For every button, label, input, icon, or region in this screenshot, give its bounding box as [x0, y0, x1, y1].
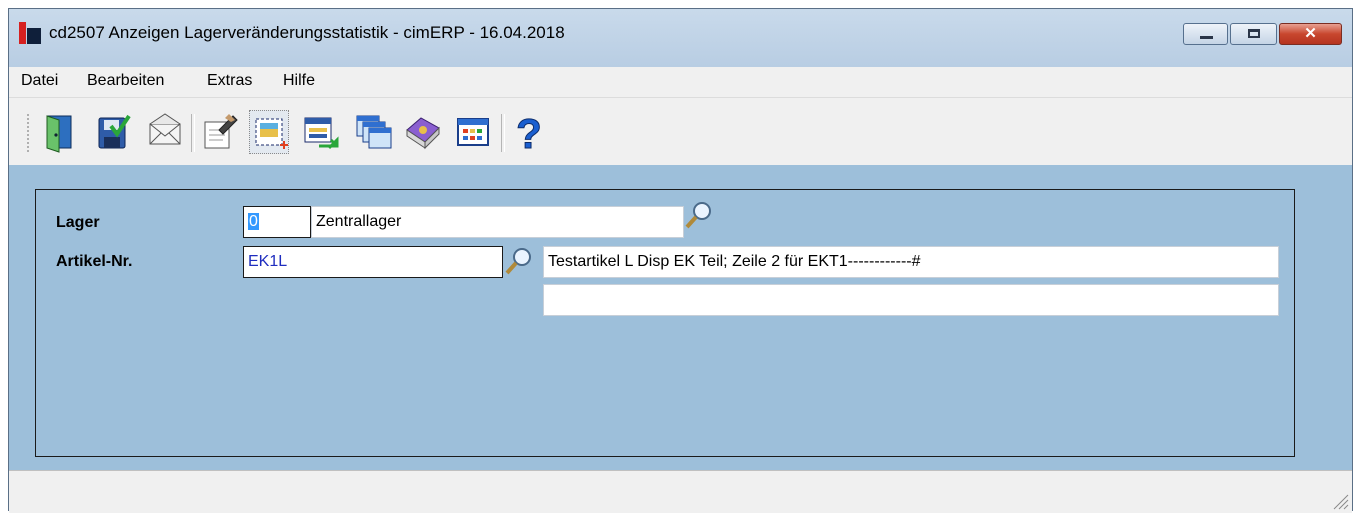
menu-bearbeiten[interactable]: Bearbeiten [87, 72, 164, 90]
lager-lookup-search-icon[interactable] [684, 200, 714, 230]
help-button[interactable]: ? [509, 110, 549, 154]
menu-datei[interactable]: Datei [21, 72, 58, 90]
toolbar-grip[interactable] [27, 114, 32, 152]
window-title: cd2507 Anzeigen Lagerveränderungsstatist… [49, 23, 565, 42]
toolbar-separator [191, 114, 195, 152]
svg-text:?: ? [516, 110, 542, 154]
toolbar-separator [501, 114, 505, 152]
transfer-button[interactable] [301, 110, 341, 154]
calendar-button[interactable] [453, 110, 493, 154]
content-area: Lager 0 Zentrallager Artikel-Nr. EK1L Te… [9, 165, 1352, 470]
artikel-lookup-search-icon[interactable] [504, 246, 534, 276]
form-group: Lager 0 Zentrallager Artikel-Nr. EK1L Te… [35, 189, 1295, 457]
artikel-description-2[interactable] [543, 284, 1279, 316]
exit-door-icon [46, 115, 72, 153]
artikel-label: Artikel-Nr. [56, 253, 133, 270]
menu-extras[interactable]: Extras [207, 72, 252, 90]
mail-button[interactable] [145, 110, 185, 154]
app-window: cd2507 Anzeigen Lagerveränderungsstatist… [8, 8, 1353, 513]
lager-code-input[interactable]: 0 [243, 206, 311, 238]
edit-notepad-icon [204, 114, 238, 149]
close-icon: ✕ [1304, 25, 1317, 42]
toolbar: ? [9, 97, 1352, 166]
resize-grip-icon[interactable] [1330, 491, 1350, 511]
menu-bar: Datei Bearbeiten Extras Hilfe [9, 67, 1352, 97]
new-record-button[interactable] [249, 110, 289, 154]
edit-button[interactable] [199, 110, 239, 154]
lager-label: Lager [56, 214, 100, 231]
exit-button[interactable] [39, 110, 79, 154]
help-question-icon: ? [516, 110, 543, 154]
artikel-nr-input[interactable]: EK1L [243, 246, 503, 278]
minimize-button[interactable] [1183, 23, 1228, 45]
save-button[interactable] [93, 110, 133, 154]
minimize-icon [1200, 36, 1213, 39]
menu-hilfe[interactable]: Hilfe [283, 72, 315, 90]
title-bar[interactable]: cd2507 Anzeigen Lagerveränderungsstatist… [9, 9, 1352, 67]
status-bar [9, 470, 1352, 513]
windows-icon [356, 115, 392, 149]
book-icon [406, 117, 440, 150]
new-record-icon [255, 118, 288, 149]
close-button[interactable]: ✕ [1279, 23, 1342, 45]
lager-name-field[interactable]: Zentrallager [311, 206, 684, 238]
maximize-button[interactable] [1230, 23, 1277, 45]
book-button[interactable] [403, 110, 443, 154]
mail-envelope-icon [149, 113, 181, 145]
app-logo-icon [19, 22, 41, 44]
calendar-grid-icon [457, 118, 489, 146]
save-check-icon [98, 114, 131, 149]
maximize-icon [1248, 29, 1260, 38]
artikel-description-1[interactable]: Testartikel L Disp EK Teil; Zeile 2 für … [543, 246, 1279, 278]
transfer-list-icon [304, 117, 339, 150]
windows-button[interactable] [353, 110, 393, 154]
